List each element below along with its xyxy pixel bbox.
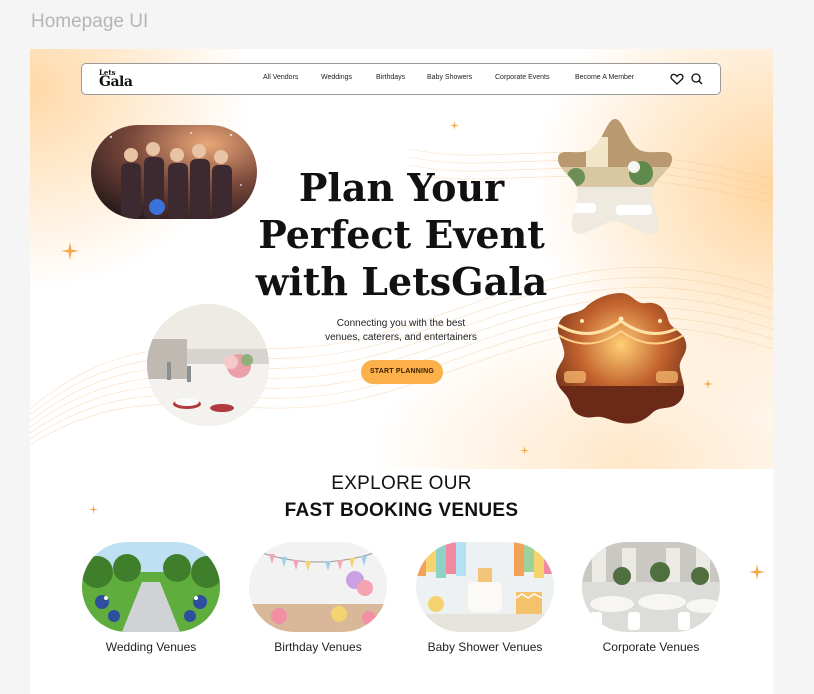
- venue-card-corporate[interactable]: Corporate Venues: [582, 542, 720, 654]
- nav-all-vendors[interactable]: All Vendors: [263, 74, 298, 81]
- hero-title-line: Perfect Event: [258, 212, 545, 257]
- search-icon[interactable]: [690, 72, 704, 86]
- nav-baby-showers[interactable]: Baby Showers: [427, 74, 472, 81]
- homepage: Lets Gala All Vendors Weddings Birthdays…: [30, 49, 773, 694]
- venue-card-baby-shower[interactable]: Baby Shower Venues: [416, 542, 554, 654]
- venue-card-birthday[interactable]: Birthday Venues: [249, 542, 387, 654]
- venue-card-wedding[interactable]: Wedding Venues: [82, 542, 220, 654]
- sparkle-icon: [703, 379, 713, 389]
- sparkle-icon: [520, 446, 529, 455]
- hero-title: Plan Your Perfect Event with LetsGala: [30, 164, 773, 305]
- nav-weddings[interactable]: Weddings: [321, 74, 352, 81]
- heart-icon[interactable]: [670, 72, 684, 86]
- hero-subtitle-line: venues, caterers, and entertainers: [325, 332, 477, 343]
- letsgala-logo[interactable]: Lets Gala: [99, 68, 139, 90]
- section-heading-top: EXPLORE OUR: [331, 473, 472, 494]
- venue-label[interactable]: Wedding Venues: [82, 640, 220, 654]
- venue-label[interactable]: Baby Shower Venues: [416, 640, 554, 654]
- navbar: Lets Gala All Vendors Weddings Birthdays…: [81, 63, 721, 95]
- nav-become-member[interactable]: Become A Member: [575, 74, 634, 81]
- frame-title: Homepage UI: [31, 11, 149, 32]
- sparkle-icon: [450, 121, 459, 130]
- section-heading-bottom: FAST BOOKING VENUES: [284, 500, 519, 521]
- corporate-venue-image[interactable]: [582, 542, 720, 632]
- venue-label[interactable]: Birthday Venues: [249, 640, 387, 654]
- nav-corporate-events[interactable]: Corporate Events: [495, 74, 549, 81]
- baby-shower-venue-image[interactable]: [416, 542, 554, 632]
- table-setting-photo: [147, 304, 269, 426]
- venue-label[interactable]: Corporate Venues: [582, 640, 720, 654]
- hero-title-line: Plan Your: [298, 165, 505, 210]
- lit-ballroom-photo: [552, 291, 690, 426]
- logo-text-bottom: Gala: [99, 74, 133, 90]
- wedding-venue-image[interactable]: [82, 542, 220, 632]
- start-planning-button[interactable]: START PLANNING: [361, 360, 443, 384]
- sparkle-icon: [749, 564, 765, 580]
- birthday-venue-image[interactable]: [249, 542, 387, 632]
- hero-title-line: with LetsGala: [255, 259, 548, 304]
- nav-birthdays[interactable]: Birthdays: [376, 74, 405, 81]
- hero-subtitle: Connecting you with the best venues, cat…: [266, 317, 536, 345]
- hero-subtitle-line: Connecting you with the best: [336, 318, 466, 329]
